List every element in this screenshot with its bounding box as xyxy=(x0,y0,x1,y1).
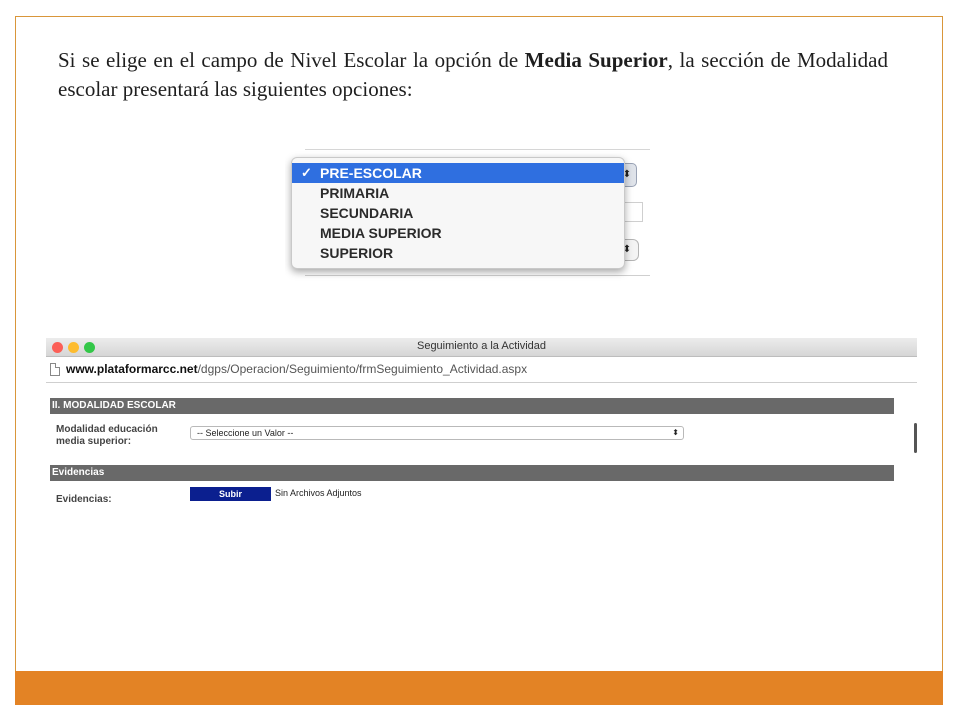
instruction-bold: Media Superior xyxy=(524,48,668,72)
no-files-text: Sin Archivos Adjuntos xyxy=(275,488,362,498)
url-text[interactable]: www.plataformarcc.net/dgps/Operacion/Seg… xyxy=(66,362,527,376)
background-edge xyxy=(305,149,650,150)
instruction-text-before: Si se elige en el campo de Nivel Escolar… xyxy=(58,48,525,72)
option-label: SUPERIOR xyxy=(320,245,394,261)
checkmark-icon: ✓ xyxy=(301,165,312,180)
browser-window: Seguimiento a la Actividad www.plataform… xyxy=(46,338,917,520)
upload-button[interactable]: Subir xyxy=(190,487,271,501)
window-titlebar: Seguimiento a la Actividad xyxy=(46,338,917,357)
select-value: -- Seleccione un Valor -- xyxy=(197,428,294,438)
option-superior[interactable]: SUPERIOR xyxy=(292,243,624,263)
dropdown-screenshot: ⬍ ⬍ ✓ PRE-ESCOLAR PRIMARIA SECUNDARIA ME… xyxy=(285,145,652,285)
option-secundaria[interactable]: SECUNDARIA xyxy=(292,203,624,223)
window-title: Seguimiento a la Actividad xyxy=(416,340,547,352)
select-arrows-icon: ⬍ xyxy=(672,428,679,437)
evidencias-label: Evidencias: xyxy=(56,494,112,505)
option-label: MEDIA SUPERIOR xyxy=(320,225,442,241)
scrollbar[interactable] xyxy=(914,423,917,453)
url-domain: www.plataformarcc.net xyxy=(66,362,198,376)
url-path: /dgps/Operacion/Seguimiento/frmSeguimien… xyxy=(197,362,528,376)
option-label: PRIMARIA xyxy=(320,185,390,201)
nivel-escolar-menu[interactable]: ✓ PRE-ESCOLAR PRIMARIA SECUNDARIA MEDIA … xyxy=(291,157,625,269)
option-media-superior[interactable]: MEDIA SUPERIOR xyxy=(292,223,624,243)
modalidad-select[interactable]: -- Seleccione un Valor -- ⬍ xyxy=(190,426,684,440)
option-label: PRE-ESCOLAR xyxy=(320,165,422,181)
option-label: SECUNDARIA xyxy=(320,205,414,221)
instruction-paragraph: Si se elige en el campo de Nivel Escolar… xyxy=(58,46,888,104)
option-pre-escolar[interactable]: ✓ PRE-ESCOLAR xyxy=(292,163,624,183)
footer-bar xyxy=(15,671,943,705)
modalidad-label: Modalidad educación media superior: xyxy=(56,424,158,447)
section-header-evidencias: Evidencias xyxy=(50,465,894,481)
option-primaria[interactable]: PRIMARIA xyxy=(292,183,624,203)
document-icon xyxy=(50,363,60,376)
section-header-modalidad: II. MODALIDAD ESCOLAR xyxy=(50,398,894,414)
address-bar[interactable]: www.plataformarcc.net/dgps/Operacion/Seg… xyxy=(46,357,917,383)
background-field xyxy=(305,275,650,285)
background-field xyxy=(623,202,643,222)
